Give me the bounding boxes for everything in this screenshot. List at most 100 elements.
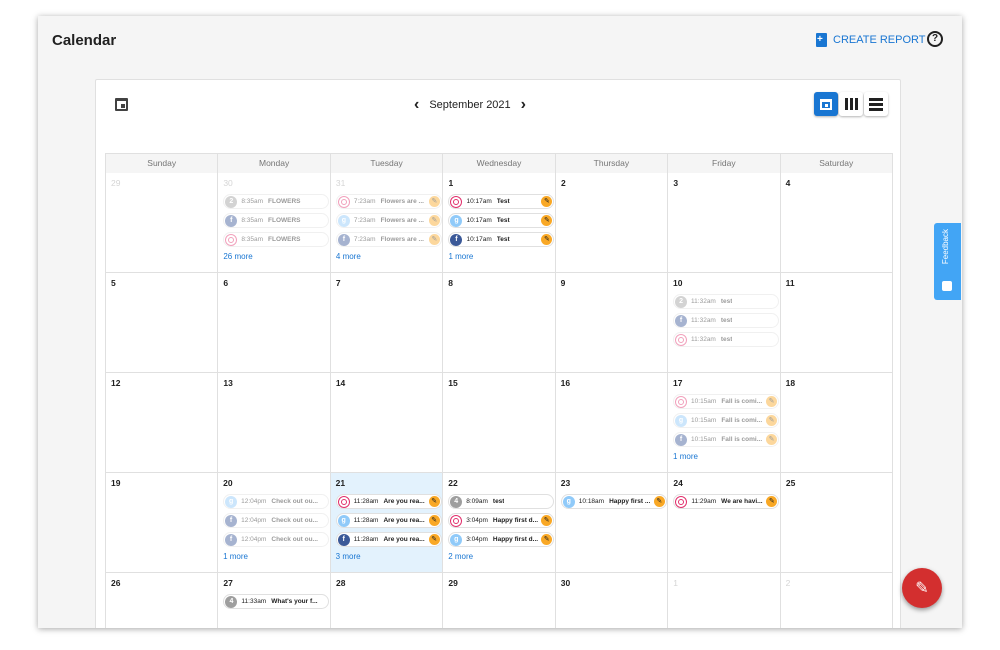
day-cell[interactable]: 2 xyxy=(556,173,669,273)
day-cell[interactable]: 22 4 8:09am test 3:04pm Happy first d... ✎ g 3:0… xyxy=(443,473,556,573)
post-chip[interactable]: f 10:17am Test ✎ xyxy=(448,232,555,247)
post-chip[interactable]: g 10:18am Happy first ... ✎ xyxy=(560,494,667,509)
day-cell[interactable]: 12 xyxy=(106,373,219,473)
next-month-chevron-icon[interactable]: › xyxy=(521,96,526,114)
post-text: test xyxy=(720,298,733,305)
day-cell[interactable]: 30 2 8:35am FLOWERS f 8:35am FLOWERS 8:35am FLOW… xyxy=(218,173,331,273)
day-cell[interactable]: 16 xyxy=(555,373,669,473)
day-cell[interactable]: 5 xyxy=(106,273,219,373)
post-chip[interactable]: 8:35am FLOWERS xyxy=(223,232,330,247)
instagram-icon xyxy=(675,395,688,408)
calendar-today-icon[interactable] xyxy=(115,98,128,111)
post-chip[interactable]: g 11:28am Are you rea... ✎ xyxy=(335,513,442,528)
edit-pencil-icon[interactable]: ✎ xyxy=(428,196,440,207)
post-chip[interactable]: 2 11:32am test xyxy=(673,294,780,309)
edit-pencil-icon[interactable]: ✎ xyxy=(541,196,553,207)
post-chip[interactable]: 10:17am Test ✎ xyxy=(448,194,555,209)
more-link[interactable]: 1 more xyxy=(223,552,326,561)
post-chip[interactable]: g 12:04pm Check out ou... xyxy=(223,494,330,509)
edit-pencil-icon[interactable]: ✎ xyxy=(541,515,553,526)
post-chip[interactable]: 11:28am Are you rea... ✎ xyxy=(335,494,442,509)
more-link[interactable]: 1 more xyxy=(448,252,551,261)
post-chip[interactable]: 10:15am Fall is comi... ✎ xyxy=(673,394,780,409)
edit-pencil-icon[interactable]: ✎ xyxy=(428,534,440,545)
more-link[interactable]: 3 more xyxy=(336,552,439,561)
day-cell[interactable]: 7 xyxy=(330,273,444,373)
day-cell-today[interactable]: 21 11:28am Are you rea... ✎ g 11:28am Are you … xyxy=(330,473,444,573)
post-chip[interactable]: g 10:15am Fall is comi... ✎ xyxy=(673,413,780,428)
day-cell[interactable]: 6 xyxy=(218,273,331,373)
edit-pencil-icon[interactable]: ✎ xyxy=(541,234,553,245)
more-link[interactable]: 1 more xyxy=(673,452,776,461)
day-cell[interactable]: 1 xyxy=(668,573,781,628)
day-cell[interactable]: 14 xyxy=(330,373,444,473)
edit-pencil-icon[interactable]: ✎ xyxy=(428,515,440,526)
create-report-button[interactable]: CREATE REPORT xyxy=(816,30,926,50)
month-view-button[interactable] xyxy=(814,92,838,116)
day-cell[interactable]: 15 xyxy=(443,373,556,473)
day-cell[interactable]: 11 xyxy=(780,273,893,373)
post-chip[interactable]: g 7:23am Flowers are ... ✎ xyxy=(335,213,442,228)
post-chip[interactable]: 4 11:33am What's your f... xyxy=(223,594,330,609)
edit-pencil-icon[interactable]: ✎ xyxy=(541,215,553,226)
day-cell[interactable]: 18 xyxy=(780,373,893,473)
post-chip[interactable]: f 11:28am Are you rea... ✎ xyxy=(335,532,442,547)
week-view-button[interactable] xyxy=(839,92,863,116)
day-cell[interactable]: 25 xyxy=(780,473,893,573)
post-chip[interactable]: 4 8:09am test xyxy=(448,494,555,509)
day-cell[interactable]: 8 xyxy=(443,273,556,373)
day-cell[interactable]: 2 xyxy=(781,573,893,628)
post-chip[interactable]: f 11:32am test xyxy=(673,313,780,328)
day-cell[interactable]: 24 11:29am We are havi... ✎ xyxy=(668,473,781,573)
edit-pencil-icon[interactable]: ✎ xyxy=(428,215,440,226)
day-cell[interactable]: 17 10:15am Fall is comi... ✎ g 10:15am Fall is… xyxy=(668,373,781,473)
day-cell[interactable]: 31 7:23am Flowers are ... ✎ g 7:23am Flowers a… xyxy=(330,173,444,273)
more-link[interactable]: 4 more xyxy=(336,252,439,261)
more-link[interactable]: 2 more xyxy=(448,552,551,561)
day-cell[interactable]: 1 10:17am Test ✎ g 10:17am Test ✎ f 10:17am Test ✎ 1… xyxy=(443,173,557,273)
day-cell[interactable]: 9 xyxy=(555,273,669,373)
post-chip[interactable]: 3:04pm Happy first d... ✎ xyxy=(448,513,555,528)
edit-pencil-icon[interactable]: ✎ xyxy=(428,496,440,507)
edit-pencil-icon[interactable]: ✎ xyxy=(541,534,553,545)
day-cell[interactable]: 29 xyxy=(106,173,219,273)
post-chip[interactable]: f 12:04pm Check out ou... xyxy=(223,513,330,528)
day-cell[interactable]: 3 xyxy=(668,173,781,273)
prev-month-chevron-icon[interactable]: ‹ xyxy=(414,96,419,114)
day-cell[interactable]: 23 g 10:18am Happy first ... ✎ xyxy=(555,473,669,573)
day-cell[interactable]: 4 xyxy=(780,173,893,273)
more-link[interactable]: 26 more xyxy=(223,252,326,261)
app-bar: Calendar CREATE REPORT ? xyxy=(38,16,962,64)
edit-pencil-icon[interactable]: ✎ xyxy=(766,415,778,426)
help-icon[interactable]: ? xyxy=(927,31,943,47)
post-chip[interactable]: f 8:35am FLOWERS xyxy=(223,213,330,228)
edit-pencil-icon[interactable]: ✎ xyxy=(766,396,778,407)
day-cell[interactable]: 13 xyxy=(218,373,331,473)
day-cell[interactable]: 30 xyxy=(556,573,669,628)
post-chip[interactable]: f 7:23am Flowers are ... ✎ xyxy=(335,232,442,247)
day-cell[interactable]: 26 xyxy=(106,573,219,628)
create-post-button[interactable]: ✎ xyxy=(902,568,942,608)
day-view-button[interactable] xyxy=(864,92,888,116)
edit-pencil-icon[interactable]: ✎ xyxy=(428,234,440,245)
post-chip[interactable]: 11:32am test xyxy=(673,332,780,347)
day-cell[interactable]: 20 g 12:04pm Check out ou... f 12:04pm Check o… xyxy=(218,473,331,573)
edit-pencil-icon[interactable]: ✎ xyxy=(766,434,778,445)
post-chip[interactable]: g 10:17am Test ✎ xyxy=(448,213,555,228)
post-chip[interactable]: g 3:04pm Happy first d... ✎ xyxy=(448,532,555,547)
post-chip[interactable]: 7:23am Flowers are ... ✎ xyxy=(335,194,442,209)
edit-pencil-icon[interactable]: ✎ xyxy=(653,496,665,507)
feedback-tab[interactable]: Feedback xyxy=(934,223,961,300)
day-cell[interactable]: 28 xyxy=(331,573,444,628)
day-number: 12 xyxy=(111,378,121,388)
post-chip[interactable]: 11:29am We are havi... ✎ xyxy=(673,494,780,509)
day-cell[interactable]: 27 4 11:33am What's your f... xyxy=(218,573,331,628)
day-cell[interactable]: 19 xyxy=(106,473,219,573)
post-chip[interactable]: 2 8:35am FLOWERS xyxy=(223,194,330,209)
post-chip[interactable]: f 10:15am Fall is comi... ✎ xyxy=(673,432,780,447)
day-cell[interactable]: 10 2 11:32am test f 11:32am test 11:32am test xyxy=(668,273,781,373)
post-chip[interactable]: f 12:04pm Check out ou... xyxy=(223,532,330,547)
day-cell[interactable]: 29 xyxy=(443,573,556,628)
edit-pencil-icon[interactable]: ✎ xyxy=(766,496,778,507)
day-number: 13 xyxy=(223,378,233,388)
